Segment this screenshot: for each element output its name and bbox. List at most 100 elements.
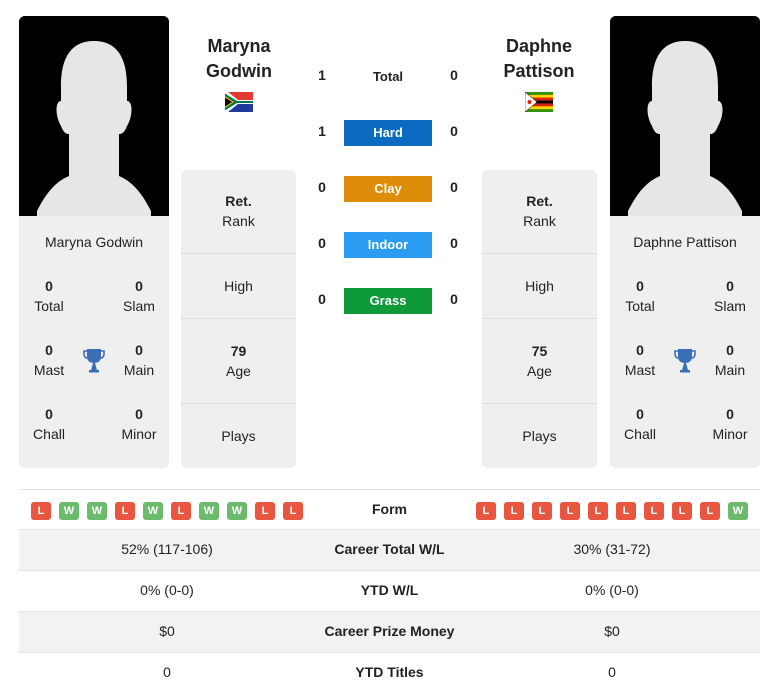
stat-right-value: 0 <box>608 664 616 680</box>
south-africa-flag-icon <box>225 92 253 112</box>
form-badge-win[interactable]: W <box>143 502 163 520</box>
form-badge-win[interactable]: W <box>59 502 79 520</box>
titles-main: 0 Main <box>714 342 746 378</box>
player-photo-right <box>610 16 760 216</box>
h2h-row-hard: 1 Hard 0 <box>300 120 480 146</box>
form-badge-loss[interactable]: L <box>700 502 720 520</box>
form-badge-win[interactable]: W <box>728 502 748 520</box>
stats-row-career-prize-money: $0 Career Prize Money $0 <box>19 612 760 653</box>
h2h-row-grass: 0 Grass 0 <box>300 288 480 314</box>
surface-badge-indoor[interactable]: Indoor <box>344 232 432 258</box>
titles-mast: 0 Mast <box>624 342 656 378</box>
titles-minor: 0 Minor <box>712 406 748 442</box>
stat-label: YTD Titles <box>355 664 424 680</box>
plays-cell: Plays <box>221 428 256 444</box>
stat-label: Career Prize Money <box>324 623 455 639</box>
h2h-right-value: 0 <box>450 235 458 251</box>
stat-left-value: 52% (117-106) <box>121 541 213 557</box>
titles-chall: 0 Chall <box>33 406 65 442</box>
form-badge-win[interactable]: W <box>227 502 247 520</box>
titles-chall: 0 Chall <box>624 406 656 442</box>
plays-cell: Plays <box>522 428 557 444</box>
form-badge-loss[interactable]: L <box>588 502 608 520</box>
stat-label: YTD W/L <box>360 582 419 598</box>
h2h-left-value: 0 <box>318 291 326 307</box>
player-heading-right[interactable]: Daphne Pattison <box>474 34 604 84</box>
avatar-silhouette-icon <box>19 16 169 216</box>
high-cell: High <box>224 278 253 294</box>
surface-label-total: Total <box>372 69 404 84</box>
trophy-icon <box>83 349 105 373</box>
player-titles-card-right: Daphne Pattison 0 Total 0 Slam 0 Mast 0 Main… <box>610 216 760 468</box>
h2h-row-indoor: 0 Indoor 0 <box>300 232 480 258</box>
titles-slam: 0 Slam <box>123 278 155 314</box>
form-badge-loss[interactable]: L <box>171 502 191 520</box>
h2h-right-value: 0 <box>450 291 458 307</box>
stat-label: Career Total W/L <box>334 541 445 557</box>
player-titles-card-left: Maryna Godwin 0 Total 0 Slam 0 Mast 0 Main 0… <box>19 216 169 468</box>
form-badge-loss[interactable]: L <box>255 502 275 520</box>
form-badge-loss[interactable]: L <box>31 502 51 520</box>
player-details-card-left: Ret. Rank High 79 Age Plays <box>181 170 296 468</box>
divider <box>482 253 597 254</box>
h2h-row-total: 1 Total 0 <box>300 64 480 90</box>
high-cell: High <box>525 278 554 294</box>
player-name[interactable]: Maryna Godwin <box>19 234 169 250</box>
stats-row-ytd-titles: 0 YTD Titles 0 <box>19 653 760 694</box>
divider <box>181 318 296 319</box>
stat-right-value: 0% (0-0) <box>585 582 639 598</box>
avatar-silhouette-icon <box>610 16 760 216</box>
stat-left-value: 0% (0-0) <box>140 582 194 598</box>
divider <box>181 403 296 404</box>
stats-row-career-total-wl: 52% (117-106) Career Total W/L 30% (31-7… <box>19 530 760 571</box>
form-badge-loss[interactable]: L <box>504 502 524 520</box>
surface-badge-clay[interactable]: Clay <box>344 176 432 202</box>
titles-mast: 0 Mast <box>33 342 65 378</box>
h2h-left-value: 0 <box>318 235 326 251</box>
titles-main: 0 Main <box>123 342 155 378</box>
h2h-right-value: 0 <box>450 123 458 139</box>
form-badge-win[interactable]: W <box>199 502 219 520</box>
player-heading-left[interactable]: Maryna Godwin <box>174 34 304 84</box>
divider <box>482 318 597 319</box>
surface-badge-hard[interactable]: Hard <box>344 120 432 146</box>
h2h-row-clay: 0 Clay 0 <box>300 176 480 202</box>
surface-badge-grass[interactable]: Grass <box>344 288 432 314</box>
h2h-right-value: 0 <box>450 67 458 83</box>
form-badge-loss[interactable]: L <box>476 502 496 520</box>
form-badge-win[interactable]: W <box>87 502 107 520</box>
rank-cell: Ret. Rank <box>523 193 556 229</box>
player-details-card-right: Ret. Rank High 75 Age Plays <box>482 170 597 468</box>
form-badge-loss[interactable]: L <box>532 502 552 520</box>
form-badge-loss[interactable]: L <box>115 502 135 520</box>
stat-right-value: 30% (31-72) <box>573 541 651 557</box>
form-badge-loss[interactable]: L <box>560 502 580 520</box>
titles-total: 0 Total <box>34 278 64 314</box>
h2h-left-value: 1 <box>318 123 326 139</box>
rank-cell: Ret. Rank <box>222 193 255 229</box>
form-row: LWWLWLWWLL Form LLLLLLLLLW <box>19 489 760 530</box>
form-badge-loss[interactable]: L <box>283 502 303 520</box>
age-cell: 79 Age <box>226 343 251 379</box>
player-photo-left <box>19 16 169 216</box>
divider <box>482 403 597 404</box>
form-badge-loss[interactable]: L <box>644 502 664 520</box>
h2h-left-value: 0 <box>318 179 326 195</box>
form-badges-right: LLLLLLLLLW <box>476 502 748 520</box>
trophy-icon <box>674 349 696 373</box>
age-cell: 75 Age <box>527 343 552 379</box>
player-name[interactable]: Daphne Pattison <box>610 234 760 250</box>
h2h-right-value: 0 <box>450 179 458 195</box>
titles-minor: 0 Minor <box>121 406 157 442</box>
stats-row-ytd-wl: 0% (0-0) YTD W/L 0% (0-0) <box>19 571 760 612</box>
form-badges-left: LWWLWLWWLL <box>31 502 303 520</box>
stat-right-value: $0 <box>604 623 620 639</box>
form-label: Form <box>372 501 407 517</box>
titles-slam: 0 Slam <box>714 278 746 314</box>
titles-total: 0 Total <box>625 278 655 314</box>
form-badge-loss[interactable]: L <box>616 502 636 520</box>
stat-left-value: $0 <box>159 623 175 639</box>
divider <box>181 253 296 254</box>
form-badge-loss[interactable]: L <box>672 502 692 520</box>
h2h-left-value: 1 <box>318 67 326 83</box>
